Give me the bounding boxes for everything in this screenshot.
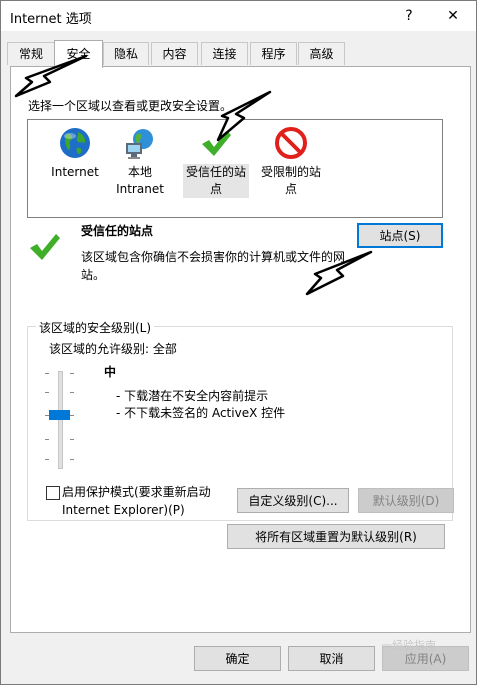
custom-level-button[interactable]: 自定义级别(C)... <box>237 488 349 513</box>
zone-label: 受信任的站 点 <box>183 164 249 198</box>
slider-tick <box>70 415 74 416</box>
slider-tick <box>45 459 49 460</box>
protected-mode-label: 启用保护模式(要求重新启动 Internet Explorer)(P) <box>62 485 211 517</box>
tab-content[interactable]: 内容 <box>151 42 198 65</box>
slider-tick <box>70 439 74 440</box>
cancel-button[interactable]: 取消 <box>288 646 375 671</box>
security-level-slider[interactable] <box>58 371 63 469</box>
level-name: 中 <box>104 365 117 379</box>
slider-thumb[interactable] <box>49 410 70 420</box>
zone-label: 本地 Intranet <box>116 165 164 196</box>
sites-button[interactable]: 站点(S) <box>357 223 443 248</box>
level-description: - 下载潜在不安全内容前提示 - 不下载未签名的 ActiveX 控件 <box>116 388 285 422</box>
tab-programs[interactable]: 程序 <box>250 42 297 65</box>
zone-label: Internet <box>51 165 99 179</box>
protected-mode-checkbox[interactable] <box>46 486 60 500</box>
annotation-arrow-icon <box>216 90 272 142</box>
allowed-level: 该区域的允许级别: 全部 <box>49 342 177 356</box>
tab-connections[interactable]: 连接 <box>201 42 248 65</box>
zone-label: 受限制的站 点 <box>260 165 321 196</box>
zone-internet[interactable]: Internet <box>42 126 108 194</box>
slider-tick <box>70 373 74 374</box>
zone-local-intranet[interactable]: 本地 Intranet <box>107 126 173 196</box>
reset-all-zones-button[interactable]: 将所有区域重置为默认级别(R) <box>227 524 445 549</box>
watermark: 一经验指南 <box>381 639 436 652</box>
window-title: Internet 选项 <box>10 12 92 27</box>
selected-zone-title: 受信任的站点 <box>81 224 154 238</box>
security-level-group: 该区域的安全级别(L) 该区域的允许级别: 全部 中 - 下载潜在不安全内容前提… <box>27 319 454 521</box>
local-intranet-icon <box>123 126 157 160</box>
slider-tick <box>70 392 74 393</box>
tab-advanced[interactable]: 高级 <box>298 42 345 65</box>
security-tab-panel: 选择一个区域以查看或更改安全设置。 Internet 本地 Intranet 受… <box>10 66 471 633</box>
close-button[interactable]: ✕ <box>438 4 468 28</box>
slider-tick <box>70 459 74 460</box>
slider-tick <box>45 392 49 393</box>
security-level-legend: 该区域的安全级别(L) <box>36 319 155 336</box>
trusted-zone-icon <box>28 230 62 267</box>
annotation-arrow-icon <box>14 54 88 98</box>
level-bullet: - 不下载未签名的 ActiveX 控件 <box>116 406 286 420</box>
slider-tick <box>45 373 49 374</box>
no-entry-icon <box>274 126 308 160</box>
tab-privacy[interactable]: 隐私 <box>103 42 149 65</box>
level-bullet: - 下载潜在不安全内容前提示 <box>116 389 269 403</box>
help-button[interactable]: ? <box>394 4 424 28</box>
ok-button[interactable]: 确定 <box>194 646 281 671</box>
annotation-arrow-icon <box>305 250 373 296</box>
default-level-button[interactable]: 默认级别(D) <box>358 488 454 513</box>
title-bar[interactable]: Internet 选项 ? ✕ <box>1 1 476 31</box>
slider-tick <box>45 439 49 440</box>
globe-icon <box>58 126 92 160</box>
